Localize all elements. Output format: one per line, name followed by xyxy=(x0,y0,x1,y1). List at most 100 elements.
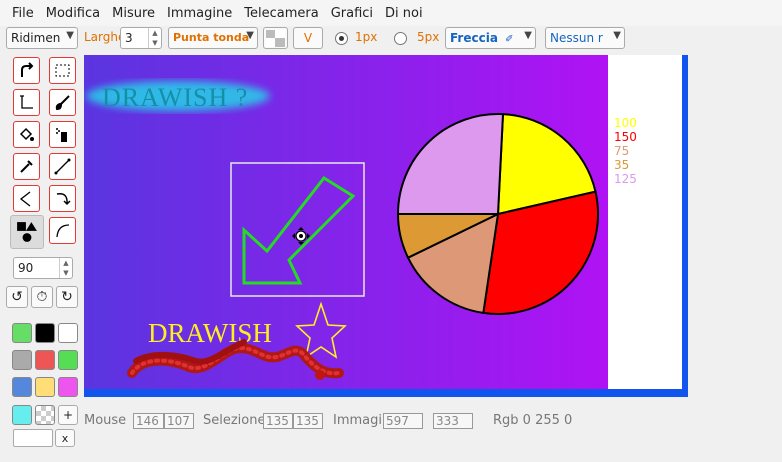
none-label: Nessun r xyxy=(550,31,603,45)
size-1px-label: 1px xyxy=(355,30,378,44)
chevron-down-icon: ▼ xyxy=(66,30,74,41)
menu-bar: File Modifica Misure Immagine Telecamera… xyxy=(0,0,782,26)
eyedropper-tool[interactable] xyxy=(13,153,40,180)
angle-value: 90 xyxy=(18,261,34,275)
menu-about[interactable]: Di noi xyxy=(385,6,423,21)
spin-arrows-icon[interactable]: ▲ ▼ xyxy=(59,258,72,278)
mouse-label: Mouse xyxy=(84,413,127,428)
canvas-white-area xyxy=(608,55,682,389)
fill-tool[interactable] xyxy=(13,121,40,148)
arrow-label: Freccia xyxy=(450,31,498,45)
menu-charts[interactable]: Grafici xyxy=(331,6,373,21)
line-icon xyxy=(54,158,71,175)
chevron-down-icon: ▼ xyxy=(246,30,254,41)
timer-button[interactable]: ⏱ xyxy=(31,286,53,308)
angle-icon xyxy=(19,191,31,207)
legend-item: 150 xyxy=(614,130,637,144)
color-swatch[interactable] xyxy=(58,377,78,397)
color-swatch[interactable] xyxy=(58,323,78,343)
color-input[interactable] xyxy=(13,429,53,447)
selection-h-value: 135 xyxy=(293,413,323,429)
v-button[interactable]: V xyxy=(293,27,323,49)
spray-tool[interactable] xyxy=(49,121,76,148)
shapes-icon xyxy=(17,222,37,242)
legend-item: 35 xyxy=(614,158,629,172)
stopwatch-icon: ⏱ xyxy=(36,289,48,305)
brush-icon xyxy=(55,95,70,111)
color-swatch[interactable] xyxy=(12,405,32,425)
mouse-y-value: 107 xyxy=(164,413,194,429)
arrow-combo[interactable]: Freccia ✐ ▼ xyxy=(445,27,536,49)
spray-can-icon xyxy=(56,128,67,142)
status-bar: Mouse 146 107 Selezione 135 135 Immagin … xyxy=(84,410,782,432)
menu-edit[interactable]: Modifica xyxy=(46,6,100,21)
checker-icon xyxy=(266,30,285,47)
legend-item: 125 xyxy=(614,172,637,186)
color-swatch[interactable] xyxy=(35,377,55,397)
rgb-value: Rgb 0 255 0 xyxy=(493,413,573,428)
curve-tool[interactable] xyxy=(49,217,76,244)
dashed-rect-icon xyxy=(55,64,70,77)
rotate-right-button[interactable]: ↻ xyxy=(56,286,78,308)
color-swatch[interactable] xyxy=(58,350,78,370)
transparent-swatch[interactable] xyxy=(35,405,55,425)
rotate-left-button[interactable]: ↺ xyxy=(6,286,28,308)
spin-arrows-icon[interactable]: ▲ ▼ xyxy=(148,28,161,48)
rotate-left-icon: ↺ xyxy=(11,289,23,305)
drawing-canvas[interactable]: DRAWISH ? 100 150 75 35 125 DRAWISH xyxy=(84,55,690,397)
none-combo[interactable]: Nessun r ▼ xyxy=(545,27,625,49)
color-swatch[interactable] xyxy=(35,323,55,343)
canvas-right-border xyxy=(682,55,688,397)
chevron-down-icon: ▼ xyxy=(613,30,621,41)
ruler-icon xyxy=(20,95,33,109)
color-swatch[interactable] xyxy=(12,350,32,370)
tool-panel: 90 ▲ ▼ ↺ ⏱ ↻ + x xyxy=(0,52,84,462)
line-tool[interactable] xyxy=(49,153,76,180)
clear-color-button[interactable]: x xyxy=(55,429,75,447)
resize-label: Ridimen xyxy=(11,31,61,45)
menu-image[interactable]: Immagine xyxy=(167,6,232,21)
menu-file[interactable]: File xyxy=(12,6,34,21)
toolbar: Ridimen ▼ Larghe 3 ▲ ▼ Punta tonda ▼ V 1p… xyxy=(0,26,782,52)
color-swatch[interactable] xyxy=(12,323,32,343)
angle-spinbox[interactable]: 90 ▲ ▼ xyxy=(13,257,73,279)
brush-tool[interactable] xyxy=(49,89,76,116)
image-w-value: 597 xyxy=(383,413,423,429)
select-tool[interactable] xyxy=(49,57,76,84)
canvas-bottom-border xyxy=(84,389,688,397)
curve-icon xyxy=(56,224,70,238)
undo-shape-tool[interactable] xyxy=(13,57,40,84)
size-5px-radio[interactable] xyxy=(394,32,407,45)
paint-bucket-icon xyxy=(19,127,34,141)
line-end-label: Punta tonda xyxy=(173,31,250,44)
add-color-button[interactable]: + xyxy=(58,405,78,425)
eyedropper-icon xyxy=(20,160,33,173)
shapes-tool[interactable] xyxy=(10,215,44,249)
curve-arrow-icon xyxy=(56,192,71,206)
line-end-combo[interactable]: Punta tonda ▼ xyxy=(168,27,258,49)
selection-w-value: 135 xyxy=(263,413,293,429)
width-spinbox[interactable]: 3 ▲ ▼ xyxy=(120,27,162,49)
size-5px-label: 5px xyxy=(417,30,440,44)
resize-combo[interactable]: Ridimen ▼ xyxy=(6,27,78,49)
curve-arrow-tool[interactable] xyxy=(49,185,76,212)
menu-measures[interactable]: Misure xyxy=(112,6,155,21)
pencil-icon: ✐ xyxy=(505,34,514,45)
legend-item: 75 xyxy=(614,144,629,158)
drawish-text: DRAWISH xyxy=(148,318,272,348)
color-swatch[interactable] xyxy=(12,377,32,397)
legend-item: 100 xyxy=(614,116,637,130)
pattern-button[interactable] xyxy=(263,27,288,49)
pie-chart xyxy=(396,113,599,315)
mouse-x-value: 146 xyxy=(133,413,164,429)
image-h-value: 333 xyxy=(433,413,473,429)
color-swatch[interactable] xyxy=(35,350,55,370)
title-text: DRAWISH ? xyxy=(102,83,248,112)
width-value: 3 xyxy=(125,31,133,45)
size-1px-radio[interactable] xyxy=(335,32,348,45)
canvas-svg[interactable]: DRAWISH ? 100 150 75 35 125 DRAWISH xyxy=(84,55,690,397)
menu-camera[interactable]: Telecamera xyxy=(244,6,318,21)
measure-tool[interactable] xyxy=(13,89,40,116)
image-label: Immagin xyxy=(333,413,391,428)
angle-tool[interactable] xyxy=(13,185,40,212)
